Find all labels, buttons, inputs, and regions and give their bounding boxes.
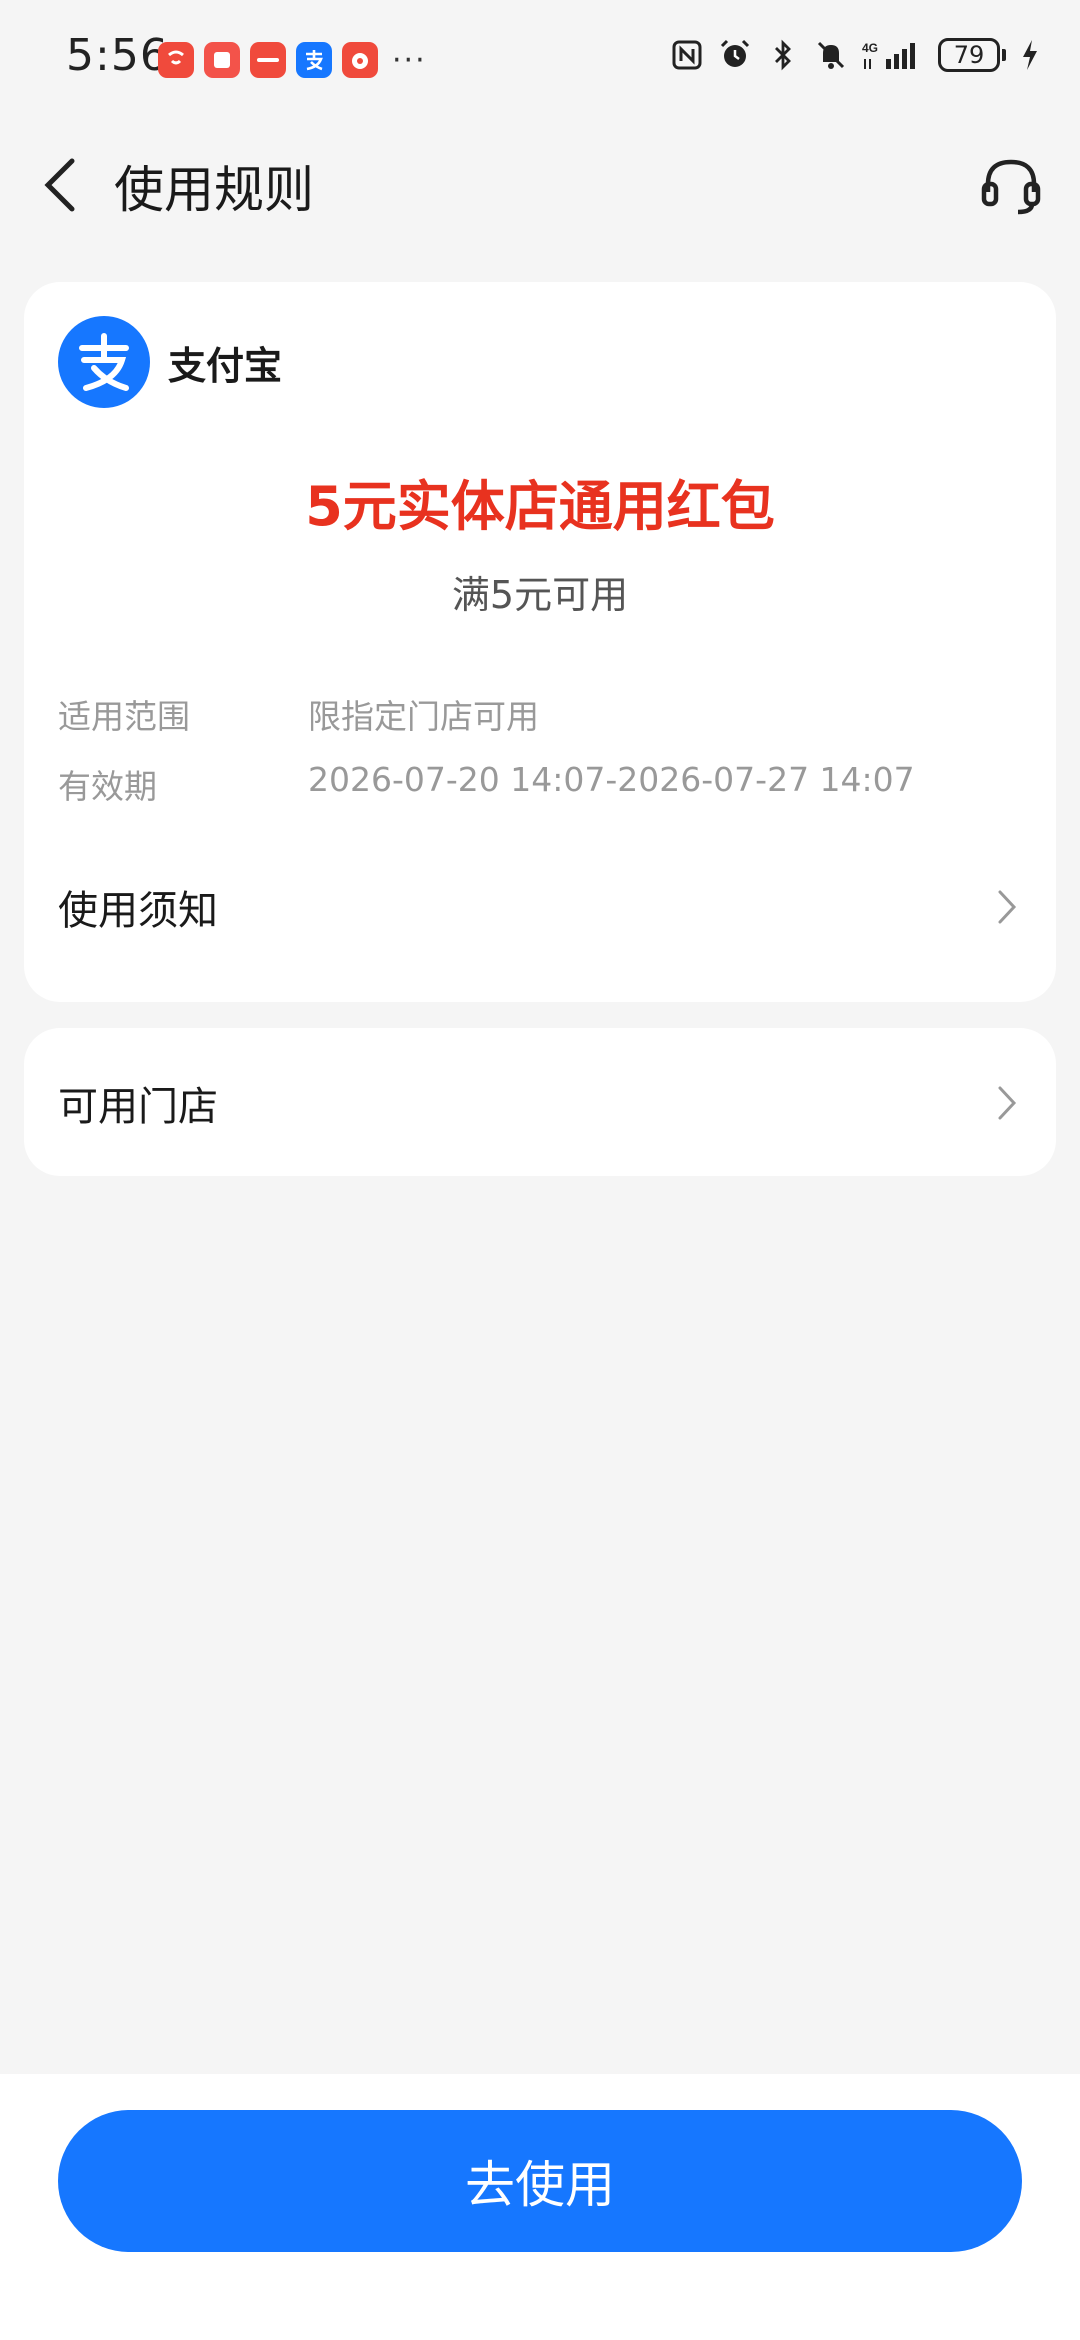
battery-level: 79 (938, 38, 1000, 72)
usage-notice-label: 使用须知 (58, 888, 218, 934)
alipay-logo-icon (58, 316, 150, 408)
svg-text:4G: 4G (862, 41, 878, 55)
chevron-right-icon (992, 1083, 1022, 1123)
charging-icon (1020, 38, 1040, 72)
back-button[interactable] (30, 152, 90, 218)
usage-notice-row[interactable]: 使用须知 (58, 872, 1022, 942)
system-icons: 4G 79 (670, 38, 1040, 72)
page-title: 使用规则 (114, 161, 314, 219)
headset-icon (981, 159, 1041, 215)
available-stores-label: 可用门店 (58, 1084, 218, 1130)
scope-value: 限指定门店可用 (308, 697, 539, 736)
available-stores-row[interactable]: 可用门店 (58, 1068, 1022, 1138)
brand-header: 支付宝 (58, 316, 282, 408)
bottom-action-bar: 去使用 (0, 2074, 1080, 2340)
alipay-notification-icon (296, 42, 332, 78)
validity-value: 2026-07-20 14:07-2026-07-27 14:07 (308, 760, 915, 799)
alarm-icon (718, 38, 752, 72)
scope-row: 适用范围 限指定门店可用 (58, 690, 539, 738)
signal-4g-icon: 4G (862, 38, 924, 72)
status-time: 5:56 (66, 30, 169, 81)
bluetooth-icon (766, 38, 800, 72)
huawei-notification-icon (250, 42, 286, 78)
customer-service-button[interactable] (976, 152, 1046, 222)
status-bar: 5:56 ··· 4G 79 (0, 0, 1080, 120)
chevron-right-icon (992, 887, 1022, 927)
nfc-icon (670, 38, 704, 72)
use-now-button[interactable]: 去使用 (58, 2110, 1022, 2252)
music-notification-icon (342, 42, 378, 78)
chevron-left-icon (44, 158, 75, 212)
coupon-condition: 满5元可用 (451, 573, 629, 617)
brand-name: 支付宝 (168, 343, 283, 388)
notification-icons: ··· (158, 42, 427, 78)
page-header: 使用规则 (0, 130, 1080, 240)
scope-label: 适用范围 (58, 697, 190, 736)
battery-icon: 79 (938, 38, 1006, 72)
book-notification-icon (204, 42, 240, 78)
validity-label: 有效期 (58, 767, 157, 806)
validity-row: 有效期 2026-07-20 14:07-2026-07-27 14:07 (58, 760, 915, 808)
app-notification-icon (158, 42, 194, 78)
coupon-card: 支付宝 5元实体店通用红包 满5元可用 适用范围 限指定门店可用 有效期 202… (24, 282, 1056, 1002)
more-notifications-icon: ··· (392, 42, 427, 78)
available-stores-card[interactable]: 可用门店 (24, 1028, 1056, 1176)
mute-bell-icon (814, 38, 848, 72)
coupon-title: 5元实体店通用红包 (305, 475, 775, 538)
